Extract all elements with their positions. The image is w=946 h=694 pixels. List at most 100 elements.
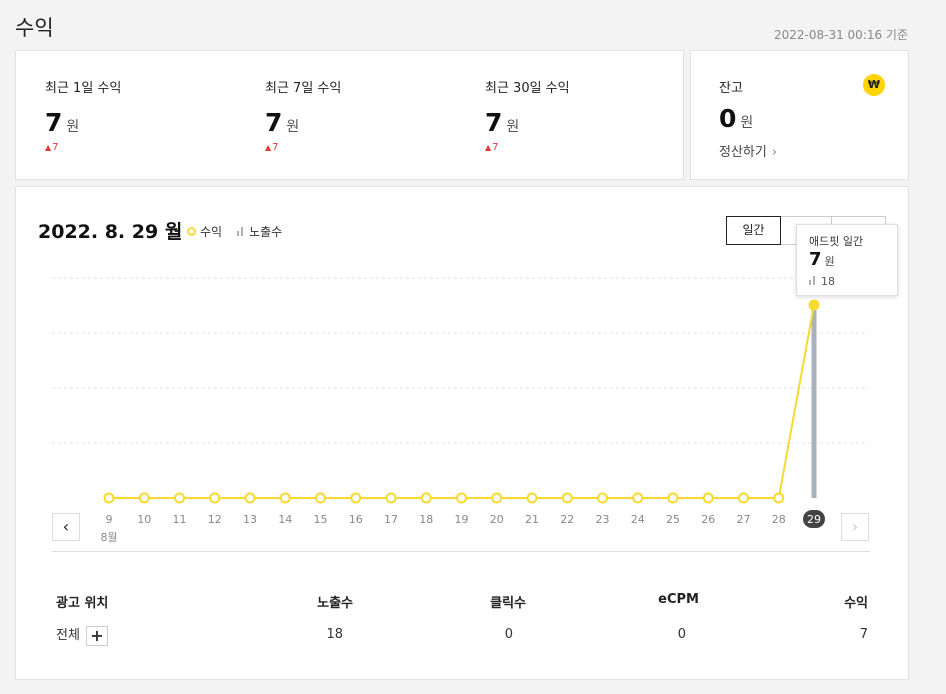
stat-label: 최근 30일 수익 [485, 81, 570, 96]
tooltip-number: 7 [809, 249, 822, 270]
revenue-point [773, 492, 785, 504]
x-tick-label: 19 [455, 513, 469, 526]
stat-number: 7 [265, 108, 283, 137]
revenue-point [385, 492, 397, 504]
revenue-point [491, 492, 503, 504]
stat-change-value: 7 [272, 142, 279, 153]
col-header-revenue: 수익 [844, 596, 868, 611]
stat-change: ▲7 [485, 142, 570, 153]
x-tick-label: 16 [349, 513, 363, 526]
x-tick-label: 22 [560, 513, 574, 526]
x-tick-label: 9 [106, 513, 113, 526]
stat-value: 7원 [485, 108, 570, 137]
settle-link[interactable]: 정산하기 › [719, 141, 777, 160]
revenue-point [350, 492, 362, 504]
revenue-point [420, 492, 432, 504]
row-ecpm: 0 [677, 627, 686, 642]
x-tick-label: 21 [525, 513, 539, 526]
x-tick-label: 15 [314, 513, 328, 526]
revenue-point [315, 492, 326, 504]
settle-label: 정산하기 [719, 145, 767, 160]
revenue-point [667, 492, 679, 504]
x-tick-label: 26 [701, 513, 715, 526]
row-position: 전체 + [56, 624, 108, 646]
revenue-point [526, 492, 538, 504]
stat-unit: 원 [286, 119, 300, 135]
tooltip-impressions-value: 18 [821, 275, 835, 288]
chart-next-button[interactable]: › [841, 513, 869, 541]
x-tick-label: 29 [807, 513, 821, 526]
x-tick-label: 17 [384, 513, 398, 526]
chart-prev-button[interactable]: ‹ [52, 513, 80, 541]
impressions-icon [809, 276, 818, 285]
x-tick-label: 14 [278, 513, 292, 526]
stat-30day: 최근 30일 수익 7원 ▲7 [485, 77, 570, 153]
revenue-point [244, 492, 256, 504]
month-label: 8월 [100, 531, 117, 544]
stat-value: 7원 [45, 108, 121, 137]
x-tick-label: 12 [208, 513, 222, 526]
updated-timestamp: 2022-08-31 00:16 기준 [773, 28, 908, 42]
row-revenue: 7 [859, 627, 868, 642]
row-clicks: 0 [504, 627, 513, 642]
won-coin-icon: ₩ [863, 74, 885, 96]
stat-number: 7 [45, 108, 63, 137]
row-impressions: 18 [326, 627, 343, 642]
chart-tooltip: 애드핏 일간 7원 18 [796, 224, 898, 296]
balance-number: 0 [719, 104, 737, 133]
revenue-point [456, 492, 467, 504]
revenue-point [738, 492, 749, 504]
col-header-clicks: 클릭수 [490, 596, 526, 611]
revenue-point [561, 492, 573, 504]
col-header-impressions: 노출수 [317, 596, 353, 611]
balance-value: 0원 [719, 104, 753, 133]
x-tick-label: 28 [772, 513, 786, 526]
impressions-bar [811, 305, 817, 498]
stat-change: ▲7 [265, 142, 341, 153]
stat-unit: 원 [506, 119, 520, 135]
revenue-line [109, 304, 815, 499]
stat-7day: 최근 7일 수익 7원 ▲7 [265, 77, 341, 153]
tooltip-value: 7원 [809, 249, 835, 270]
x-tick-label: 20 [490, 513, 504, 526]
stat-label: 최근 7일 수익 [265, 81, 342, 96]
period-daily-button[interactable]: 일간 [726, 216, 781, 245]
tooltip-unit: 원 [824, 255, 835, 268]
chart-card: 2022. 8. 29 월 수익 노출수 일간 애드핏 일간 7원 18 9 10… [15, 186, 909, 680]
table-divider [52, 551, 870, 552]
balance-unit: 원 [740, 115, 754, 131]
stat-number: 7 [485, 108, 503, 137]
expand-plus-button[interactable]: + [85, 625, 108, 646]
chevron-right-icon: › [771, 145, 778, 160]
balance-label: 잔고 [719, 81, 743, 96]
x-tick-label: 13 [243, 513, 257, 526]
col-header-position: 광고 위치 [56, 596, 109, 611]
x-tick-label: 24 [631, 513, 645, 526]
tooltip-impressions: 18 [809, 275, 835, 288]
summary-card: 최근 1일 수익 7원 ▲7 최근 7일 수익 7원 ▲7 최근 30일 수익 … [15, 50, 684, 180]
x-tick-label: 25 [666, 513, 680, 526]
stat-change-value: 7 [492, 142, 499, 153]
stat-value: 7원 [265, 108, 341, 137]
balance-card: 잔고 ₩ 0원 정산하기 › [690, 50, 909, 180]
stat-label: 최근 1일 수익 [45, 81, 122, 96]
row-position-label: 전체 [56, 628, 80, 643]
revenue-point [209, 492, 221, 504]
stat-change: ▲7 [45, 142, 121, 153]
up-arrow-icon: ▲ [45, 143, 52, 152]
up-arrow-icon: ▲ [485, 143, 492, 152]
revenue-point [597, 492, 608, 504]
page-title: 수익 [15, 16, 54, 40]
x-tick-label: 27 [737, 513, 751, 526]
stat-unit: 원 [66, 119, 80, 135]
x-tick-label: 10 [137, 513, 151, 526]
revenue-point [632, 492, 644, 504]
tooltip-title: 애드핏 일간 [809, 235, 864, 248]
up-arrow-icon: ▲ [265, 143, 272, 152]
stat-1day: 최근 1일 수익 7원 ▲7 [45, 77, 121, 153]
revenue-point [103, 492, 115, 504]
x-tick-label: 23 [596, 513, 610, 526]
revenue-point [174, 492, 185, 504]
revenue-point [279, 492, 291, 504]
revenue-point [808, 299, 820, 311]
